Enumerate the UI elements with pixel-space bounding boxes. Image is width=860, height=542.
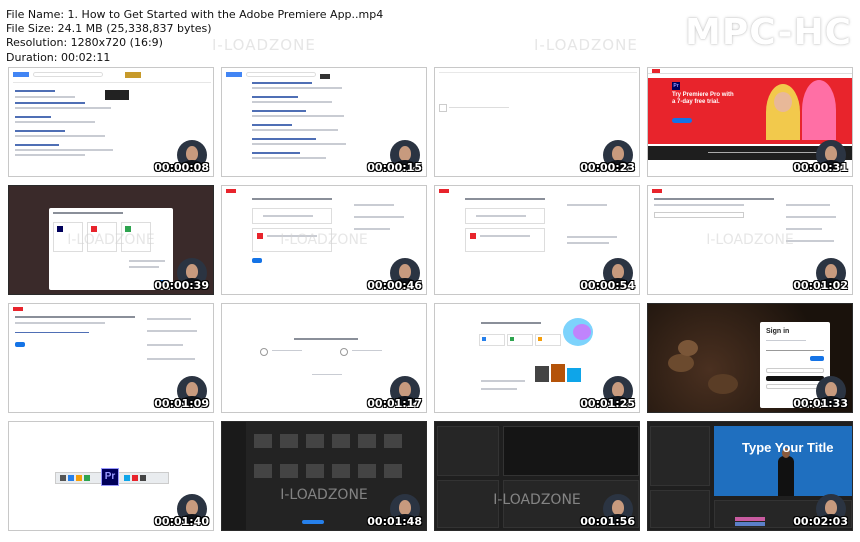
watermark: I-LOADZONE bbox=[534, 36, 638, 54]
thumbnail-7[interactable]: 00:00:54 bbox=[434, 185, 640, 295]
file-name: File Name: 1. How to Get Started with th… bbox=[6, 8, 384, 21]
watermark: I-LOADZONE bbox=[706, 232, 794, 248]
timestamp: 00:01:56 bbox=[580, 515, 635, 528]
timestamp: 00:01:25 bbox=[580, 397, 635, 410]
file-duration: Duration: 00:02:11 bbox=[6, 50, 111, 64]
timestamp: 00:00:15 bbox=[367, 161, 422, 174]
thumbnail-3[interactable]: 00:00:23 bbox=[434, 67, 640, 177]
thumbnail-15[interactable]: I-LOADZONE 00:01:56 bbox=[434, 421, 640, 531]
premiere-icon: Pr bbox=[672, 82, 680, 90]
search-box bbox=[246, 72, 316, 77]
adobe-logo bbox=[439, 189, 449, 193]
thumbnail-16[interactable]: Type Your Title 00:02:03 bbox=[647, 421, 853, 531]
watermark: I-LOADZONE bbox=[280, 487, 368, 504]
thumbnail-14[interactable]: I-LOADZONE 00:01:48 bbox=[221, 421, 427, 531]
thumbnail-11[interactable]: 00:01:25 bbox=[434, 303, 640, 413]
timestamp: 00:00:08 bbox=[154, 161, 209, 174]
thumbnail-1[interactable]: 00:00:08 bbox=[8, 67, 214, 177]
timestamp: 00:00:46 bbox=[367, 279, 422, 292]
adobe-logo bbox=[652, 189, 662, 193]
free-trial-button bbox=[672, 118, 692, 123]
adobe-logo bbox=[226, 189, 236, 193]
timestamp: 00:00:54 bbox=[580, 279, 635, 292]
thumbnail-8[interactable]: I-LOADZONE 00:01:02 bbox=[647, 185, 853, 295]
thumbnail-4[interactable]: Pr Try Premiere Pro with a 7-day free tr… bbox=[647, 67, 853, 177]
thumbnail-13[interactable]: Pr 00:01:40 bbox=[8, 421, 214, 531]
timestamp: 00:01:48 bbox=[367, 515, 422, 528]
search-box bbox=[33, 72, 103, 77]
file-size: File Size: 24.1 MB (25,338,837 bytes) bbox=[6, 22, 212, 36]
thumbnail-12[interactable]: Sign in 00:01:33 bbox=[647, 303, 853, 413]
mpc-hc-logo: MPC-HC bbox=[685, 12, 852, 53]
trial-headline: Try Premiere Pro with a 7-day free trial… bbox=[672, 92, 734, 105]
timestamp: 00:00:23 bbox=[580, 161, 635, 174]
timestamp: 00:01:33 bbox=[793, 397, 848, 410]
sign-in-heading: Sign in bbox=[766, 328, 790, 335]
adobe-logo bbox=[652, 69, 660, 73]
timestamp: 00:01:40 bbox=[154, 515, 209, 528]
timestamp: 00:00:31 bbox=[793, 161, 848, 174]
adobe-logo bbox=[13, 307, 23, 311]
thumbnail-2[interactable]: 00:00:15 bbox=[221, 67, 427, 177]
file-resolution: Resolution: 1280x720 (16:9) bbox=[6, 36, 163, 50]
timestamp: 00:01:02 bbox=[793, 279, 848, 292]
premiere-icon: Pr bbox=[101, 468, 119, 486]
timestamp: 00:02:03 bbox=[793, 515, 848, 528]
watermark: I-LOADZONE bbox=[493, 491, 581, 508]
watermark: I-LOADZONE bbox=[67, 232, 155, 248]
thumbnail-5[interactable]: I-LOADZONE 00:00:39 bbox=[8, 185, 214, 295]
thumbnail-10[interactable]: 00:01:17 bbox=[221, 303, 427, 413]
hero-banner: Pr Try Premiere Pro with a 7-day free tr… bbox=[648, 78, 852, 144]
google-logo bbox=[13, 72, 29, 77]
program-monitor bbox=[714, 426, 852, 496]
thumbnail-9[interactable]: 00:01:09 bbox=[8, 303, 214, 413]
plan-dialog bbox=[49, 208, 173, 290]
timestamp: 00:01:09 bbox=[154, 397, 209, 410]
watermark: I-LOADZONE bbox=[280, 232, 368, 248]
google-logo bbox=[226, 72, 242, 77]
timestamp: 00:01:17 bbox=[367, 397, 422, 410]
timestamp: 00:00:39 bbox=[154, 279, 209, 292]
thumbnail-6[interactable]: I-LOADZONE 00:00:46 bbox=[221, 185, 427, 295]
file-info: File Name: 1. How to Get Started with th… bbox=[6, 8, 383, 65]
title-overlay: Type Your Title bbox=[742, 440, 834, 455]
